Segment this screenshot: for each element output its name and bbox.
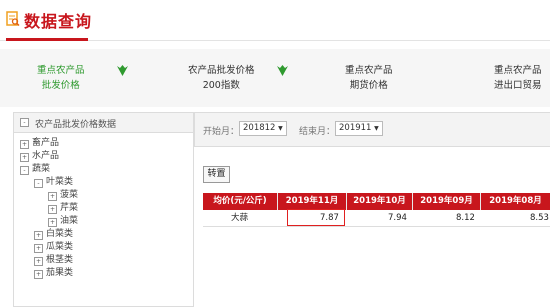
- chevron-down-icon: ▼: [374, 125, 379, 132]
- document-search-icon: [6, 11, 20, 27]
- nav-item-line1: 重点农产品: [37, 65, 85, 76]
- tree-item-label: 油菜: [60, 216, 79, 226]
- end-month-value: 201911: [339, 123, 372, 133]
- category-nav: 重点农产品 批发价格 农产品批发价格 200指数 重点农产品 期货价格 重点农产…: [0, 49, 550, 107]
- expand-toggle-icon[interactable]: +: [20, 140, 29, 149]
- collapse-toggle-icon[interactable]: -: [20, 166, 29, 175]
- tree-item-label: 菠菜: [60, 190, 79, 200]
- chevron-down-icon: ▼: [278, 125, 283, 132]
- tree-item-label: 叶菜类: [46, 177, 74, 187]
- nav-item-price-index[interactable]: 农产品批发价格 200指数: [188, 63, 255, 93]
- highlight-box: [287, 209, 345, 226]
- collapse-toggle-icon[interactable]: -: [20, 118, 29, 127]
- tree-header-label: 农产品批发价格数据: [35, 120, 117, 130]
- start-month-label: 开始月：: [203, 127, 240, 137]
- column-header[interactable]: 2019年09月: [413, 193, 481, 210]
- table-row: 大蒜 7.87 7.94 8.12 8.53: [203, 210, 550, 227]
- column-header[interactable]: 均价(元/公斤): [203, 193, 278, 210]
- column-header[interactable]: 2019年10月: [347, 193, 413, 210]
- expand-toggle-icon[interactable]: +: [34, 257, 43, 266]
- start-month-select[interactable]: 201812 ▼: [239, 121, 287, 136]
- nav-item-line1: 重点农产品: [494, 65, 542, 76]
- date-filter-bar: 开始月： 201812 ▼ 结束月： 201911 ▼: [194, 112, 550, 147]
- tree-header[interactable]: - 农产品批发价格数据: [14, 113, 193, 133]
- nav-item-line2: 期货价格: [349, 80, 388, 91]
- price-cell: 8.12: [456, 213, 475, 223]
- column-header[interactable]: 2019年08月: [481, 193, 550, 210]
- nav-item-line1: 农产品批发价格: [188, 65, 255, 76]
- nav-item-line2: 批发价格: [41, 80, 80, 91]
- product-name-cell: 大蒜: [231, 213, 249, 223]
- nav-item-futures-price[interactable]: 重点农产品 期货价格: [345, 63, 393, 93]
- tree-item-label: 根茎类: [46, 255, 74, 265]
- column-header[interactable]: 2019年11月: [278, 193, 347, 210]
- expand-toggle-icon[interactable]: +: [20, 153, 29, 162]
- price-cell: 8.53: [530, 213, 549, 223]
- tree-item-label: 芹菜: [60, 203, 79, 213]
- transpose-button[interactable]: 转置: [203, 166, 230, 183]
- table-header-row: 均价(元/公斤) 2019年11月 2019年10月 2019年09月 2019…: [203, 193, 550, 210]
- expand-toggle-icon[interactable]: +: [34, 270, 43, 279]
- nav-item-line2: 200指数: [202, 80, 240, 91]
- expand-toggle-icon[interactable]: +: [34, 244, 43, 253]
- tree-item-label: 茄果类: [46, 268, 74, 278]
- page-title: 数据查询: [24, 12, 93, 31]
- wheat-icon: [117, 65, 128, 76]
- nav-item-line1: 重点农产品: [345, 65, 393, 76]
- tree-item-label: 蔬菜: [32, 164, 51, 174]
- expand-toggle-icon[interactable]: +: [34, 231, 43, 240]
- collapse-toggle-icon[interactable]: -: [34, 179, 43, 188]
- page-header: 数据查询: [0, 0, 550, 40]
- wheat-icon: [277, 65, 288, 76]
- price-cell: 7.94: [388, 213, 407, 223]
- tree-item-label: 白菜类: [46, 229, 74, 239]
- tree-item-label: 瓜菜类: [46, 242, 74, 252]
- expand-toggle-icon[interactable]: +: [48, 205, 57, 214]
- expand-toggle-icon[interactable]: +: [48, 218, 57, 227]
- nav-item-import-export[interactable]: 重点农产品 进出口贸易: [494, 63, 542, 93]
- title-underline: [6, 38, 88, 41]
- category-tree-panel: - 农产品批发价格数据 + 畜产品 + 水产品 - 蔬菜 - 叶菜类 + 菠菜 …: [13, 112, 194, 307]
- end-month-label: 结束月：: [299, 127, 336, 137]
- tree-item-label: 畜产品: [32, 138, 60, 148]
- start-month-value: 201812: [243, 123, 276, 133]
- nav-item-line2: 进出口贸易: [494, 80, 542, 91]
- end-month-select[interactable]: 201911 ▼: [335, 121, 383, 136]
- expand-toggle-icon[interactable]: +: [48, 192, 57, 201]
- nav-item-wholesale-price[interactable]: 重点农产品 批发价格: [37, 63, 85, 93]
- tree-item-label: 水产品: [32, 151, 60, 161]
